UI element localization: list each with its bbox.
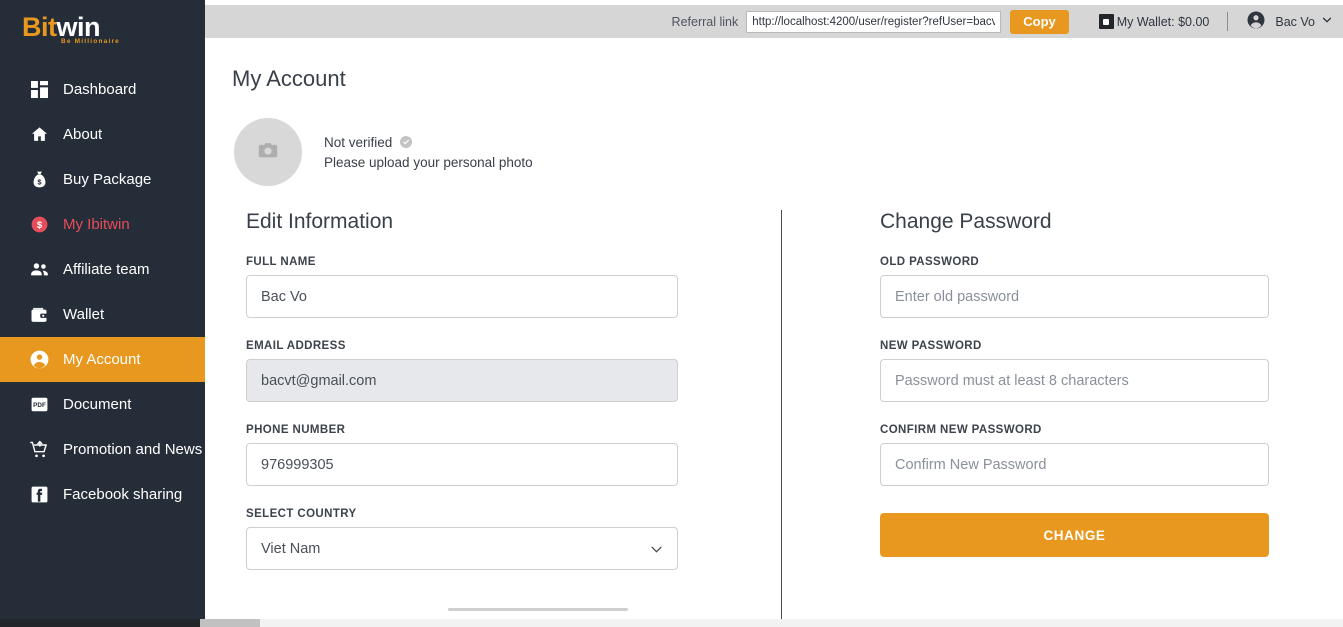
topbar: Referral link Copy My Wallet: $0.00 Bac … [205, 5, 1343, 38]
avatar-upload-placeholder[interactable] [234, 118, 302, 186]
chevron-down-icon [1321, 14, 1333, 29]
money-bag-icon: $ [28, 169, 50, 191]
sidebar-item-facebook-sharing[interactable]: Facebook sharing [0, 472, 205, 517]
sidebar-item-about[interactable]: About [0, 112, 205, 157]
edit-information-title: Edit Information [246, 210, 781, 234]
user-menu[interactable]: Bac Vo [1246, 10, 1333, 33]
wallet-icon [28, 304, 50, 326]
facebook-icon [28, 484, 50, 506]
topbar-divider [1227, 12, 1228, 31]
field-old-password: OLD PASSWORD [880, 256, 1281, 318]
sidebar: Bitwin Be Millionaire Dashboard About $ [0, 0, 205, 627]
full-name-input[interactable] [246, 275, 678, 318]
svg-text:$: $ [36, 220, 42, 231]
edit-information-panel: Edit Information FULL NAME EMAIL ADDRESS… [205, 210, 781, 570]
field-email-address: EMAIL ADDRESS [246, 340, 781, 402]
column-divider [781, 210, 782, 619]
page-scrollbar-left-cap [0, 619, 200, 627]
cart-icon [28, 439, 50, 461]
sidebar-item-promotion-and-news[interactable]: Promotion and News [0, 427, 205, 472]
sidebar-item-label: Document [63, 397, 131, 412]
sidebar-item-buy-package[interactable]: $ Buy Package [0, 157, 205, 202]
referral-link-label: Referral link [672, 15, 739, 29]
coin-dollar-icon: $ [28, 214, 50, 236]
field-new-password: NEW PASSWORD [880, 340, 1281, 402]
sidebar-item-affiliate-team[interactable]: Affiliate team [0, 247, 205, 292]
profile-texts: Not verified Please upload your personal… [324, 135, 533, 170]
camera-icon [257, 139, 279, 166]
copy-button[interactable]: Copy [1010, 10, 1069, 34]
my-wallet-display[interactable]: My Wallet: $0.00 [1099, 14, 1210, 29]
sidebar-item-label: Facebook sharing [63, 487, 182, 502]
field-select-country: SELECT COUNTRY Viet Nam [246, 508, 781, 570]
field-label: EMAIL ADDRESS [246, 340, 781, 352]
country-select[interactable]: Viet Nam [246, 527, 678, 570]
change-password-title: Change Password [880, 210, 1281, 234]
dashboard-icon [28, 79, 50, 101]
sidebar-item-label: About [63, 127, 102, 142]
email-address-input[interactable] [246, 359, 678, 402]
sidebar-item-label: My Account [63, 352, 141, 367]
app-root: Bitwin Be Millionaire Dashboard About $ [0, 0, 1343, 627]
change-password-panel: Change Password OLD PASSWORD NEW PASSWOR… [781, 210, 1281, 570]
field-label: CONFIRM NEW PASSWORD [880, 424, 1281, 436]
confirm-new-password-input[interactable] [880, 443, 1269, 486]
field-label: NEW PASSWORD [880, 340, 1281, 352]
upload-photo-hint: Please upload your personal photo [324, 155, 533, 170]
country-select-wrapper: Viet Nam [246, 527, 678, 570]
sidebar-nav: Dashboard About $ Buy Package $ My Ibitw… [0, 67, 205, 517]
logo-bit: Bit [22, 12, 57, 42]
sidebar-item-document[interactable]: PDF Document [0, 382, 205, 427]
main-content: My Account Not verified Please upload yo… [205, 38, 1343, 619]
page-title: My Account [205, 38, 1343, 92]
sidebar-item-label: My Ibitwin [63, 217, 130, 232]
field-full-name: FULL NAME [246, 256, 781, 318]
wallet-icon [1099, 14, 1114, 29]
phone-number-input[interactable] [246, 443, 678, 486]
sidebar-item-my-account[interactable]: My Account [0, 337, 205, 382]
home-icon [28, 124, 50, 146]
field-confirm-new-password: CONFIRM NEW PASSWORD [880, 424, 1281, 486]
field-label: FULL NAME [246, 256, 781, 268]
wallet-balance-label: My Wallet: $0.00 [1117, 15, 1210, 29]
sidebar-item-label: Buy Package [63, 172, 151, 187]
field-label: SELECT COUNTRY [246, 508, 781, 520]
field-phone-number: PHONE NUMBER [246, 424, 781, 486]
profile-summary: Not verified Please upload your personal… [205, 92, 1343, 186]
sidebar-item-label: Affiliate team [63, 262, 149, 277]
sidebar-item-dashboard[interactable]: Dashboard [0, 67, 205, 112]
avatar [1246, 10, 1266, 33]
svg-text:PDF: PDF [33, 402, 46, 409]
field-label: OLD PASSWORD [880, 256, 1281, 268]
account-circle-icon [28, 349, 50, 371]
sidebar-item-label: Promotion and News [63, 442, 202, 457]
user-name-label: Bac Vo [1275, 15, 1315, 29]
change-password-button[interactable]: CHANGE [880, 513, 1269, 557]
old-password-input[interactable] [880, 275, 1269, 318]
pdf-icon: PDF [28, 394, 50, 416]
field-label: PHONE NUMBER [246, 424, 781, 436]
people-icon [28, 259, 50, 281]
new-password-input[interactable] [880, 359, 1269, 402]
sidebar-item-label: Wallet [63, 307, 104, 322]
forms-container: Edit Information FULL NAME EMAIL ADDRESS… [205, 210, 1343, 570]
page-horizontal-scrollbar-thumb[interactable] [200, 619, 260, 627]
brand-logo[interactable]: Bitwin Be Millionaire [0, 0, 205, 58]
inner-horizontal-scrollbar[interactable] [448, 608, 628, 611]
sidebar-item-label: Dashboard [63, 82, 136, 97]
status-badge: Not verified [324, 135, 392, 150]
referral-link-input[interactable] [746, 11, 1001, 33]
check-circle-icon [400, 136, 412, 148]
sidebar-item-wallet[interactable]: Wallet [0, 292, 205, 337]
verification-status: Not verified [324, 135, 533, 150]
sidebar-item-my-ibitwin[interactable]: $ My Ibitwin [0, 202, 205, 247]
